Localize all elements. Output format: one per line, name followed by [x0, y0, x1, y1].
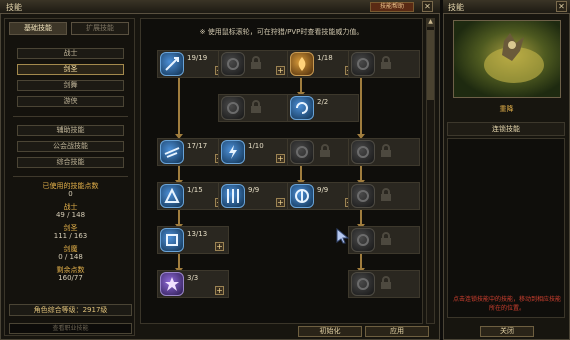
lightning-icon[interactable]	[221, 140, 245, 164]
preview-scene-icon	[484, 33, 544, 83]
class-item-warrior[interactable]: 战士	[17, 48, 124, 59]
skill-level: 9/9	[248, 186, 260, 194]
close-button[interactable]: ✕	[422, 1, 433, 12]
locked-skill-icon[interactable]	[221, 52, 245, 76]
skill-slot[interactable]: 3/3 +	[157, 270, 229, 298]
locked-skill-icon[interactable]	[351, 184, 375, 208]
skill-slot[interactable]	[348, 138, 420, 166]
sword-slash-icon[interactable]	[160, 52, 184, 76]
skill-level: 13/13	[187, 230, 208, 238]
prereq-arrow	[360, 78, 362, 136]
skill-level: 3/3	[187, 274, 199, 282]
tree-notice: ※ 使用鼠标滚轮，可在狩猎/PVP时查看技能威力值。	[199, 28, 364, 36]
skill-level: 1/15	[187, 186, 203, 194]
skill-slot[interactable]	[218, 94, 290, 122]
skill-level-up-button[interactable]: +	[276, 154, 285, 163]
skill-level: 1/10	[248, 142, 264, 150]
locked-skill-icon[interactable]	[351, 272, 375, 296]
skill-slot[interactable]	[348, 182, 420, 210]
reset-button[interactable]: 初始化	[298, 326, 362, 337]
skill-level: 9/9	[317, 186, 329, 194]
lock-icon	[381, 144, 391, 157]
class2-points-value: 111 / 163	[53, 232, 88, 240]
locked-skill-icon[interactable]	[290, 140, 314, 164]
class-skill-search[interactable]: 查看职业技能	[9, 323, 132, 334]
skill-level-up-button[interactable]: +	[215, 286, 224, 295]
locked-skill-icon[interactable]	[351, 228, 375, 252]
skill-slot[interactable]: 9/9 +	[218, 182, 290, 210]
locked-skill-icon[interactable]	[351, 52, 375, 76]
locked-skill-icon[interactable]	[221, 96, 245, 120]
tab-basic-skills[interactable]: 基础技能	[9, 22, 67, 35]
skill-slot[interactable]	[348, 50, 420, 78]
apply-button[interactable]: 应用	[365, 326, 429, 337]
class3-points-value: 0 / 148	[58, 253, 83, 261]
lock-icon	[251, 56, 261, 69]
fire-burst-icon[interactable]	[290, 52, 314, 76]
skill-slot[interactable]: 1/10 +	[218, 138, 290, 166]
dash-icon[interactable]	[160, 140, 184, 164]
skill-level-up-button[interactable]: +	[276, 198, 285, 207]
tab-extended-skills[interactable]: 扩展技能	[71, 22, 129, 35]
remaining-points-value: 160/77	[58, 274, 83, 282]
skill-level-up-button[interactable]: +	[215, 242, 224, 251]
lock-icon	[251, 100, 261, 113]
divider	[13, 116, 128, 117]
skill-help-button[interactable]: 技能帮助	[370, 2, 414, 12]
skill-level: 1/18	[317, 54, 333, 62]
skill-level-up-button[interactable]: +	[276, 66, 285, 75]
skill-level: 2/2	[317, 98, 329, 106]
character-level: 角色综合等级：2917级	[9, 304, 132, 316]
filter-guild-war-skills[interactable]: 公会战技能	[17, 141, 124, 152]
lock-icon	[381, 188, 391, 201]
class1-points-value: 49 / 148	[55, 211, 86, 219]
skill-slot[interactable]: 2/2	[287, 94, 359, 122]
spin-strike-icon[interactable]	[290, 184, 314, 208]
class-item-blade-dancer[interactable]: 剑舞	[17, 80, 124, 91]
skill-slot[interactable]	[348, 270, 420, 298]
combo-hint: 点击连锁技能中的技能，移动到相应技能所在的位置。	[452, 296, 561, 312]
whirlwind-icon[interactable]	[290, 96, 314, 120]
filter-general-skills[interactable]: 综合技能	[17, 157, 124, 168]
divider	[13, 176, 128, 177]
skill-level: 19/19	[187, 54, 208, 62]
filter-support-skills[interactable]: 辅助技能	[17, 125, 124, 136]
close-combo-button[interactable]: 关闭	[480, 326, 534, 337]
scroll-up-arrow-icon[interactable]: ▲	[426, 18, 435, 27]
cursor-icon	[336, 228, 350, 244]
prereq-arrow	[178, 78, 180, 136]
combo-skills-list[interactable]	[447, 138, 565, 318]
blade-rain-icon[interactable]	[221, 184, 245, 208]
lock-icon	[381, 276, 391, 289]
combo-skills-header: 连锁技能	[447, 122, 565, 136]
skill-level: 17/17	[187, 142, 208, 150]
skill-slot[interactable]: 13/13 +	[157, 226, 229, 254]
preview-skill-name: 重降	[499, 105, 514, 113]
charge-icon[interactable]	[160, 184, 184, 208]
class-panel: 基础技能 扩展技能 战士 剑圣 剑舞 游侠 辅助技能 公会战技能 综合技能 已使…	[4, 18, 135, 336]
class-item-ranger[interactable]: 游侠	[17, 96, 124, 107]
window-title: 技能	[6, 3, 22, 12]
stance-icon[interactable]	[160, 228, 184, 252]
lock-icon	[381, 56, 391, 69]
skill-preview-image	[453, 20, 561, 98]
class-item-sword-master[interactable]: 剑圣	[17, 64, 124, 75]
close-button[interactable]: ✕	[556, 1, 567, 12]
lock-icon	[381, 232, 391, 245]
skill-slot[interactable]: +	[218, 50, 290, 78]
skill-slot[interactable]	[348, 226, 420, 254]
combo-window-title: 技能	[448, 3, 464, 12]
used-points-value: 0	[68, 190, 73, 198]
scroll-thumb[interactable]	[427, 30, 434, 100]
star-blessing-icon[interactable]	[160, 272, 184, 296]
locked-skill-icon[interactable]	[351, 140, 375, 164]
lock-icon	[320, 144, 330, 157]
